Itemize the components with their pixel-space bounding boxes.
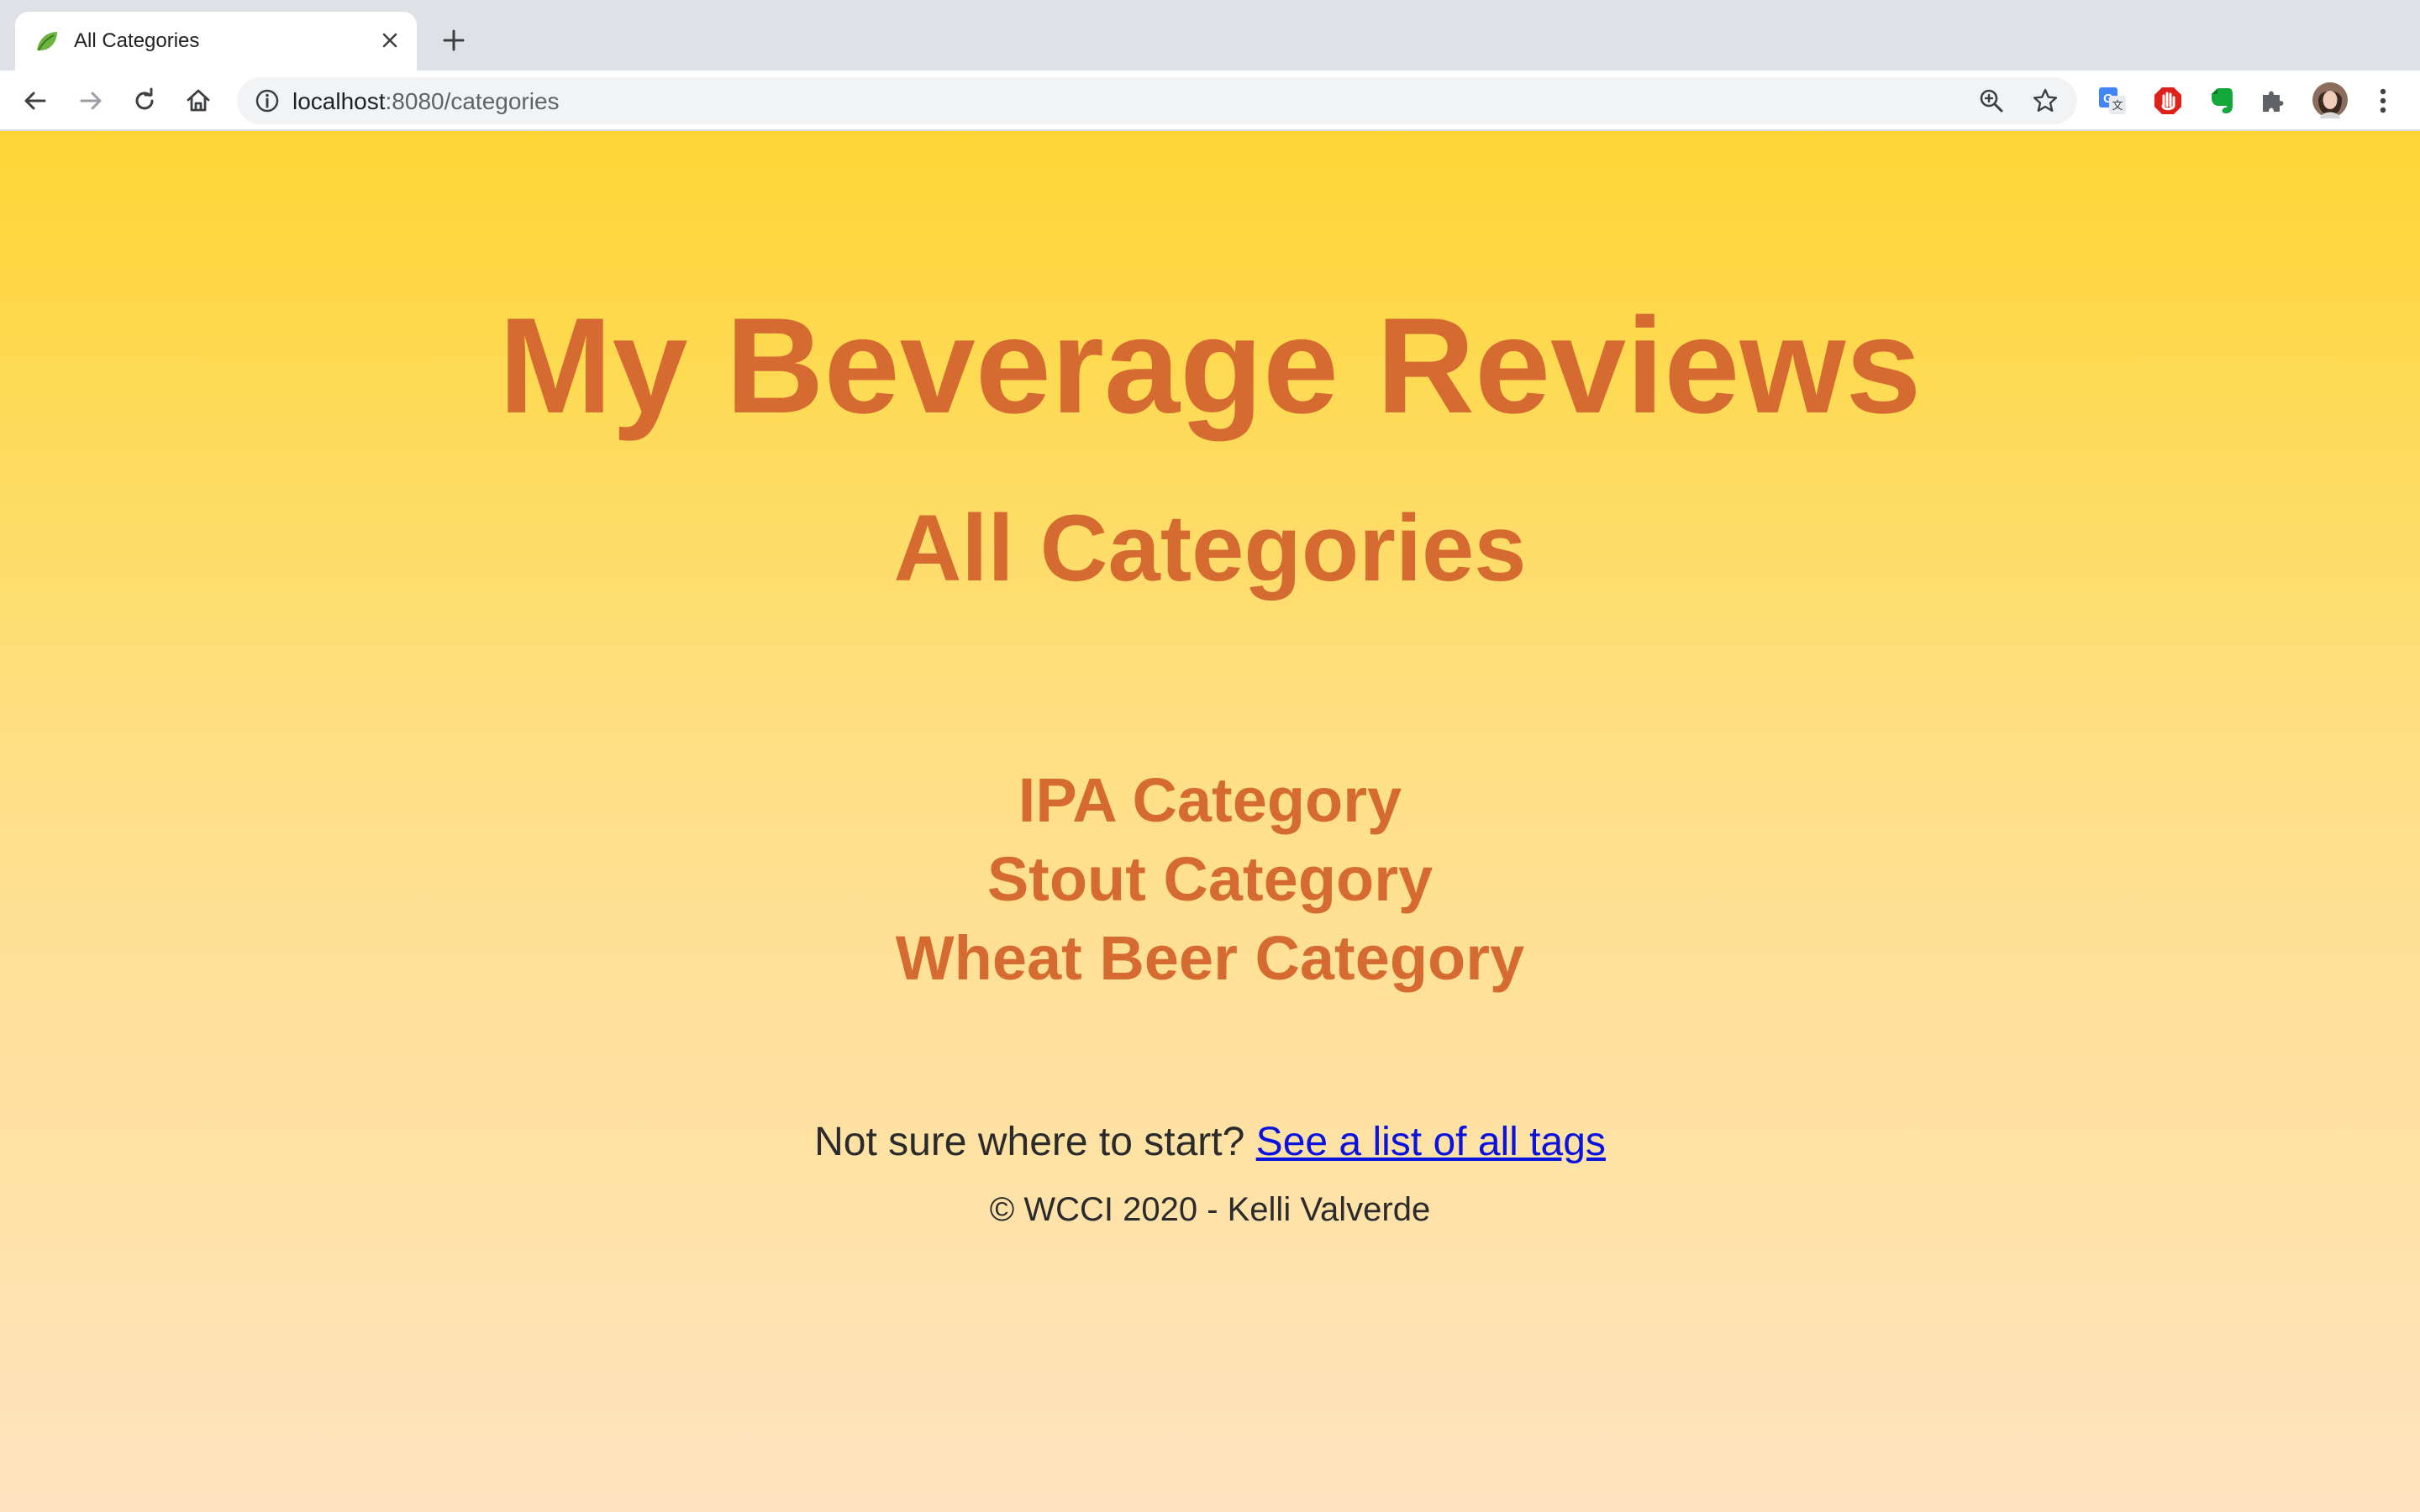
forward-arrow-icon[interactable] bbox=[72, 82, 109, 119]
footer-copyright: © WCCI 2020 - Kelli Valverde bbox=[989, 1191, 1431, 1228]
tags-prompt-text: Not sure where to start? bbox=[814, 1120, 1245, 1164]
evernote-icon[interactable] bbox=[2205, 84, 2238, 118]
translate-icon[interactable]: G 文 bbox=[2096, 84, 2129, 118]
category-link-wheat-beer[interactable]: Wheat Beer Category bbox=[0, 919, 2420, 998]
url-host: localhost bbox=[292, 88, 386, 114]
category-link-stout[interactable]: Stout Category bbox=[0, 840, 2420, 919]
page-viewport: My Beverage Reviews All Categories IPA C… bbox=[0, 131, 2420, 1512]
tab-strip: All Categories bbox=[0, 0, 2420, 71]
menu-kebab-icon[interactable] bbox=[2366, 84, 2400, 118]
home-icon[interactable] bbox=[180, 82, 217, 119]
tags-prompt-line: Not sure where to start? See a list of a… bbox=[0, 1116, 2420, 1169]
url-path: :8080/categories bbox=[385, 88, 560, 114]
category-link-ipa[interactable]: IPA Category bbox=[0, 761, 2420, 840]
page-title: All Categories bbox=[893, 496, 1527, 601]
puzzle-icon[interactable] bbox=[2257, 84, 2291, 118]
info-icon[interactable] bbox=[254, 87, 281, 114]
url-text[interactable]: localhost:8080/categories bbox=[292, 88, 560, 115]
category-list: IPA Category Stout Category Wheat Beer C… bbox=[0, 761, 2420, 998]
all-tags-link[interactable]: See a list of all tags bbox=[1256, 1120, 1606, 1164]
bookmark-star-icon[interactable] bbox=[2030, 86, 2060, 116]
svg-text:文: 文 bbox=[2112, 99, 2123, 112]
avatar[interactable] bbox=[2311, 81, 2349, 119]
plus-icon[interactable] bbox=[437, 24, 471, 57]
reload-icon[interactable] bbox=[126, 82, 163, 119]
browser-toolbar: localhost:8080/categories G 文 bbox=[0, 71, 2420, 131]
spring-leaf-icon bbox=[34, 29, 60, 55]
address-bar[interactable]: localhost:8080/categories bbox=[237, 77, 2077, 124]
zoom-icon[interactable] bbox=[1976, 86, 2007, 116]
site-title: My Beverage Reviews bbox=[498, 290, 1922, 442]
tab-all-categories[interactable]: All Categories bbox=[15, 12, 417, 71]
tab-title: All Categories bbox=[74, 29, 200, 52]
close-icon[interactable] bbox=[375, 25, 405, 55]
back-arrow-icon[interactable] bbox=[17, 82, 54, 119]
adblock-icon[interactable] bbox=[2151, 84, 2185, 118]
